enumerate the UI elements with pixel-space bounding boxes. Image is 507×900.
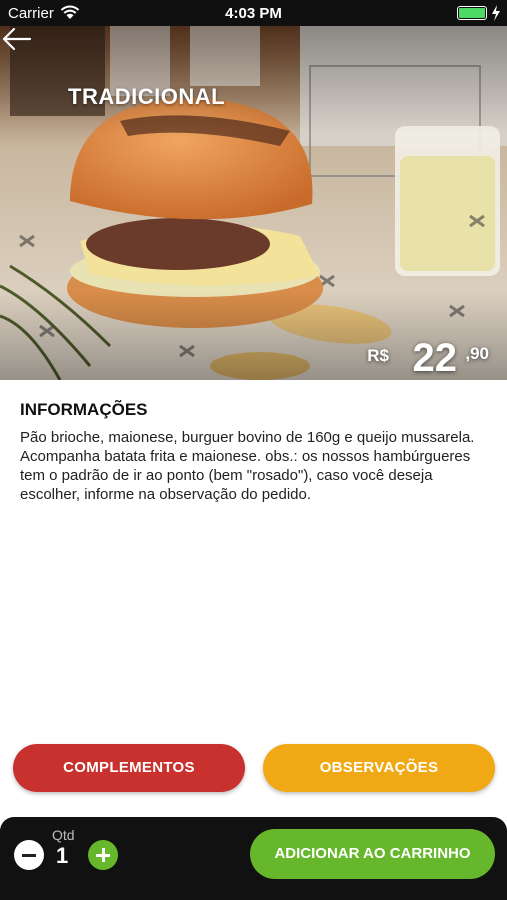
info-heading: INFORMAÇÕES bbox=[20, 400, 148, 419]
qty-value: 1 bbox=[56, 843, 69, 868]
status-bar: Carrier 4:03 PM bbox=[0, 0, 507, 26]
cart-bar: Qtd 1 ADICIONAR AO CARRINHO bbox=[0, 817, 507, 900]
add-to-cart-button[interactable]: ADICIONAR AO CARRINHO bbox=[250, 829, 495, 879]
charging-bolt-icon bbox=[492, 5, 500, 21]
status-time: 4:03 PM bbox=[225, 5, 282, 22]
price-integer: 22 bbox=[412, 336, 458, 380]
price-currency: R$ bbox=[367, 346, 389, 365]
burger-photo bbox=[0, 26, 507, 380]
price-cents: ,90 bbox=[465, 344, 489, 363]
back-arrow-icon[interactable] bbox=[0, 26, 34, 52]
battery-icon bbox=[457, 6, 487, 20]
product-title: TRADICIONAL bbox=[68, 84, 226, 109]
observacoes-button[interactable]: OBSERVAÇÕES bbox=[263, 744, 495, 792]
product-hero: TRADICIONAL R$ 22 ,90 bbox=[0, 26, 507, 380]
info-description: Pão brioche, maionese, burguer bovino de… bbox=[20, 429, 475, 503]
qty-label: Qtd bbox=[52, 827, 75, 843]
qty-decrease-button[interactable] bbox=[14, 840, 44, 870]
complementos-button[interactable]: COMPLEMENTOS bbox=[13, 744, 245, 792]
qty-increase-button[interactable] bbox=[88, 840, 118, 870]
